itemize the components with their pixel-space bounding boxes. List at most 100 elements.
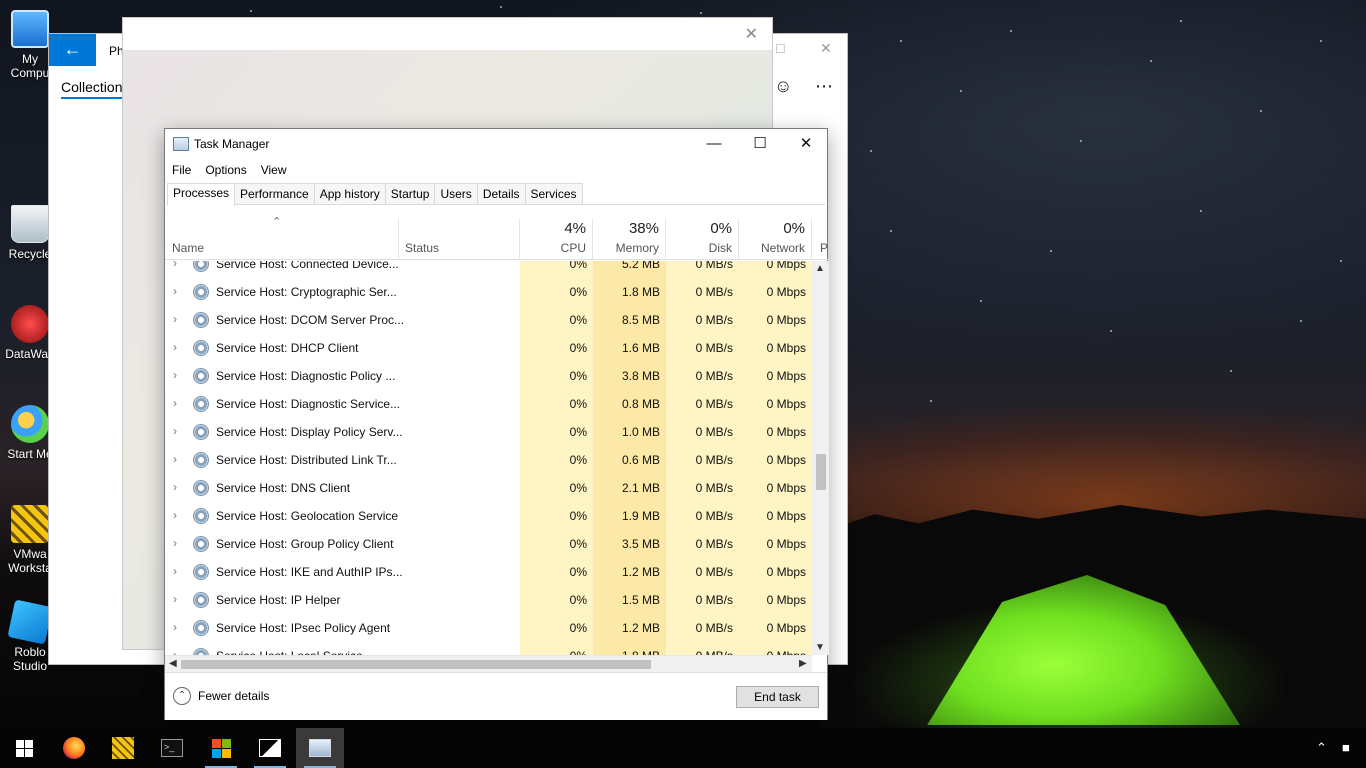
table-row[interactable]: › Service Host: Group Policy Client 0% 3.5 … — [165, 530, 812, 558]
chevron-right-icon[interactable]: › — [173, 480, 177, 494]
column-memory[interactable]: 38% Memory — [593, 219, 666, 260]
taskbar-task-manager[interactable] — [296, 728, 344, 768]
scroll-down-icon[interactable]: ▼ — [815, 642, 825, 653]
process-name: Service Host: DCOM Server Proc... — [216, 313, 405, 327]
cpu-cell: 0% — [520, 614, 593, 642]
vertical-scrollbar[interactable]: ▲ ▼ — [812, 261, 829, 655]
taskbar-store[interactable] — [197, 728, 245, 768]
chevron-up-icon[interactable]: ⌃ — [1316, 728, 1327, 768]
menu-options[interactable]: Options — [198, 161, 253, 181]
table-row[interactable]: ›Service Host: Local Service0%1.8 MB0 MB… — [165, 642, 812, 655]
scrollbar-thumb[interactable] — [816, 454, 826, 490]
fewer-details-link[interactable]: Fewer details — [198, 689, 269, 703]
taskbar-firefox[interactable] — [50, 728, 98, 768]
maximize-button[interactable]: ☐ — [737, 129, 783, 159]
chevron-right-icon[interactable]: › — [173, 368, 177, 382]
title-bar[interactable]: Task Manager — ☐ ✕ — [165, 129, 827, 160]
memory-cell: 2.1 MB — [593, 474, 666, 502]
tab-app-history[interactable]: App history — [313, 183, 386, 204]
close-button[interactable]: ✕ — [783, 129, 829, 159]
table-row[interactable]: › Service Host: Distributed Link Tr... 0% 0… — [165, 446, 812, 474]
chevron-right-icon[interactable]: › — [173, 261, 177, 270]
table-row[interactable]: › Service Host: DHCP Client 0% 1.6 MB 0 MB/s… — [165, 334, 812, 362]
process-name: Service Host: Geolocation Service — [216, 509, 399, 523]
close-icon[interactable]: ✕ — [745, 24, 758, 44]
chevron-right-icon[interactable]: › — [173, 508, 177, 522]
tab-users[interactable]: Users — [434, 183, 478, 204]
column-cpu[interactable]: 4% CPU — [520, 219, 593, 260]
table-row[interactable]: › Service Host: Diagnostic Service... 0% 0.… — [165, 390, 812, 418]
table-row[interactable]: › Service Host: Diagnostic Policy ... 0% 3.… — [165, 362, 812, 390]
chevron-right-icon[interactable]: › — [173, 340, 177, 354]
taskbar-photos[interactable] — [246, 728, 294, 768]
tab-processes[interactable]: Processes — [167, 183, 236, 206]
back-arrow-icon[interactable]: ← — [49, 34, 96, 66]
menu-file[interactable]: File — [165, 161, 198, 181]
chevron-right-icon[interactable]: › — [173, 424, 177, 438]
column-power[interactable]: P — [812, 219, 829, 260]
memory-cell: 1.9 MB — [593, 502, 666, 530]
chevron-right-icon[interactable]: › — [173, 620, 177, 634]
table-row[interactable]: › Service Host: DCOM Server Proc... 0% 8.5 … — [165, 306, 812, 334]
minimize-button[interactable]: — — [691, 129, 737, 159]
column-disk-label: Disk — [708, 241, 732, 255]
add-person-icon[interactable]: ☺ — [774, 76, 792, 97]
scrollbar-thumb[interactable] — [181, 660, 651, 669]
table-row[interactable]: › Service Host: Geolocation Service 0% 1.9 … — [165, 502, 812, 530]
chevron-right-icon[interactable]: › — [173, 564, 177, 578]
gear-icon — [193, 424, 209, 440]
taskbar-terminal[interactable]: >_ — [148, 728, 196, 768]
cpu-cell: 0% — [520, 586, 593, 614]
chevron-right-icon[interactable]: › — [173, 592, 177, 606]
cpu-cell: 0% — [520, 261, 593, 278]
horizontal-scrollbar[interactable]: ◀ ▶ — [165, 655, 812, 672]
column-network[interactable]: 0% Network — [739, 219, 812, 260]
tab-services[interactable]: Services — [524, 183, 583, 204]
column-name[interactable]: ⌃ Name — [165, 216, 399, 260]
menu-bar: File Options View — [165, 161, 294, 181]
table-row[interactable]: › Service Host: DNS Client 0% 2.1 MB 0 MB/s 0… — [165, 474, 812, 502]
column-status[interactable]: Status — [399, 219, 520, 260]
end-task-button[interactable]: End task — [736, 686, 819, 708]
chevron-right-icon[interactable]: › — [173, 312, 177, 326]
chevron-right-icon[interactable]: › — [173, 284, 177, 298]
process-name: Service Host: Diagnostic Service... — [216, 397, 401, 411]
tab-collection[interactable]: Collection — [61, 79, 123, 99]
notification-icon[interactable]: ■ — [1342, 728, 1350, 768]
column-disk[interactable]: 0% Disk — [666, 219, 739, 260]
process-name: Service Host: Connected Device... — [216, 261, 399, 271]
close-icon[interactable]: ✕ — [820, 40, 832, 57]
more-icon[interactable]: ⋯ — [815, 76, 833, 97]
table-row[interactable]: › Service Host: Display Policy Serv... 0% 1… — [165, 418, 812, 446]
menu-view[interactable]: View — [254, 161, 294, 181]
tab-startup[interactable]: Startup — [384, 183, 436, 204]
scroll-up-icon[interactable]: ▲ — [815, 263, 825, 274]
chevron-right-icon[interactable]: › — [173, 648, 177, 655]
chevron-right-icon[interactable]: › — [173, 452, 177, 466]
maximize-icon[interactable]: □ — [776, 40, 784, 56]
scroll-right-icon[interactable]: ▶ — [799, 658, 807, 669]
table-row[interactable]: › Service Host: Connected Device... 0% 5.2 … — [165, 261, 812, 278]
start-menu-icon — [11, 405, 49, 443]
table-row[interactable]: › Service Host: Cryptographic Ser... 0% 1.8… — [165, 278, 812, 306]
tab-performance[interactable]: Performance — [234, 183, 315, 204]
chevron-right-icon[interactable]: › — [173, 396, 177, 410]
table-row[interactable]: › Service Host: IP Helper 0% 1.5 MB 0 MB/s 0 … — [165, 586, 812, 614]
column-status-label: Status — [405, 241, 440, 255]
scroll-left-icon[interactable]: ◀ — [169, 658, 177, 669]
start-button[interactable] — [0, 728, 48, 768]
cpu-cell: 0% — [520, 558, 593, 586]
network-cell: 0 Mbps — [739, 261, 812, 278]
table-row[interactable]: › Service Host: IKE and AuthIP IPs... 0% 1.… — [165, 558, 812, 586]
table-row[interactable]: › Service Host: IPsec Policy Agent 0% 1.2 M… — [165, 614, 812, 642]
gear-icon — [193, 592, 209, 608]
process-name: Service Host: Cryptographic Ser... — [216, 285, 397, 299]
memory-percent: 38% — [628, 220, 659, 237]
chevron-right-icon[interactable]: › — [173, 536, 177, 550]
disk-cell: 0 MB/s — [666, 558, 739, 586]
chevron-up-circle-icon[interactable]: ⌃ — [173, 687, 191, 705]
tab-details[interactable]: Details — [476, 183, 526, 204]
memory-cell: 3.5 MB — [593, 530, 666, 558]
taskbar-vmware[interactable] — [99, 728, 147, 768]
sort-caret-icon: ⌃ — [272, 216, 282, 228]
